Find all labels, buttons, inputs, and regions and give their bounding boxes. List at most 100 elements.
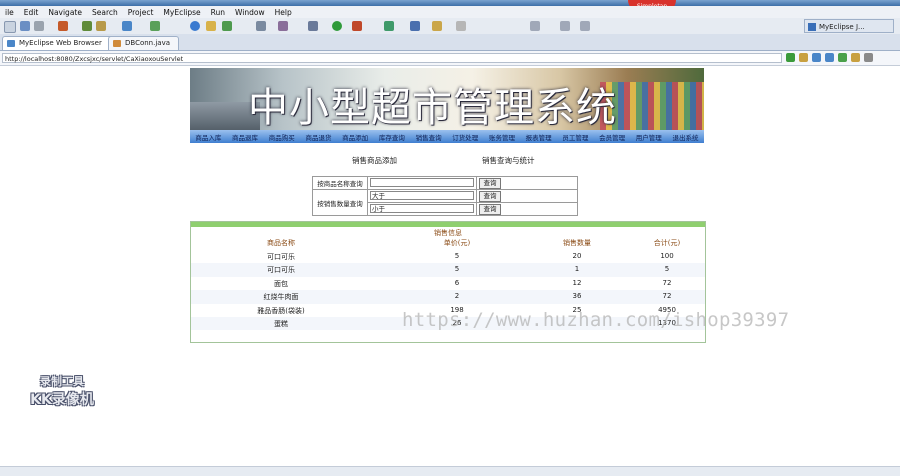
name-query-button[interactable]: 查询 (479, 178, 501, 189)
table-cell: 5 (664, 265, 670, 274)
qty-less-input[interactable]: 小于 (370, 204, 474, 213)
nav-item[interactable]: 会员管理 (599, 132, 625, 142)
browser-icon[interactable] (122, 21, 132, 31)
perspective-label: MyEclipse J... (819, 23, 865, 31)
perspective-switcher[interactable]: MyEclipse J... (804, 19, 894, 33)
recorder-watermark: 录制工具 KK录像机 (18, 373, 106, 409)
tab-web-browser[interactable]: MyEclipse Web Browser × (2, 36, 123, 50)
column-header: 商品名称 (267, 239, 295, 247)
nav-item[interactable]: 商品入库 (195, 132, 221, 142)
browser-tab-icon (7, 40, 15, 47)
banner: 中小型超市管理系统 (190, 68, 704, 130)
tab-dbconn-label: DBConn.java (125, 39, 171, 47)
nav-item[interactable]: 员工管理 (562, 132, 588, 142)
qty-less-button[interactable]: 查询 (479, 204, 501, 215)
tab-dbconn[interactable]: DBConn.java (108, 36, 180, 50)
main-nav: 商品入库 商品退库 商品购买 商品退货 商品添加 库存查询 销售查询 订货处理 … (190, 130, 704, 143)
watermark-url: https://www.huzhan.com/ishop39397 (402, 309, 790, 331)
table-row: 面包 6 12 72 (191, 276, 705, 291)
nav-item[interactable]: 用户管理 (636, 132, 662, 142)
nav-item[interactable]: 商品退库 (232, 132, 258, 142)
stop-icon[interactable] (799, 53, 808, 62)
menu-edit[interactable]: Edit (24, 8, 39, 17)
tools-icon[interactable] (278, 21, 288, 31)
tab-web-browser-label: MyEclipse Web Browser (19, 39, 102, 47)
nav-item[interactable]: 账务管理 (489, 132, 515, 142)
window-icon[interactable] (256, 21, 266, 31)
table-cell: 2 (454, 292, 460, 301)
launch-icon[interactable] (222, 21, 232, 31)
menu-file[interactable]: ile (5, 8, 14, 17)
menu-project[interactable]: Project (128, 8, 154, 17)
open-icon[interactable] (206, 21, 216, 31)
menu-search[interactable]: Search (92, 8, 118, 17)
web-icon[interactable] (190, 21, 200, 31)
table-cell: 5 (454, 265, 460, 274)
new-icon[interactable] (4, 21, 16, 33)
table-cell: 72 (662, 292, 672, 301)
query-form: 按商品名称查询 查询 按销售数量查询 大于 查询 小于 查询 (312, 176, 578, 216)
go-icon[interactable] (786, 53, 795, 62)
new-class-icon[interactable] (384, 21, 394, 31)
run-icon[interactable] (332, 21, 342, 31)
table-cell: 20 (572, 252, 582, 260)
sales-table-strip (191, 222, 705, 227)
menu-run[interactable]: Run (211, 8, 225, 17)
editor-tabs: MyEclipse Web Browser × DBConn.java (0, 34, 900, 51)
recorder-line1: 录制工具 (40, 375, 84, 388)
menu-help[interactable]: Help (275, 8, 292, 17)
back-nav-icon[interactable] (812, 53, 821, 62)
save-icon[interactable] (20, 21, 30, 31)
menu-navigate[interactable]: Navigate (48, 8, 82, 17)
column-header: 单价(元) (443, 239, 471, 247)
menu-bar: ile Edit Navigate Search Project MyEclip… (0, 6, 900, 18)
address-bar: http://localhost:8080/Zxcsjxc/servlet/Ca… (0, 51, 900, 66)
forward-nav-icon[interactable] (825, 53, 834, 62)
qty-greater-button[interactable]: 查询 (479, 191, 501, 202)
column-header: 合计(元) (653, 239, 681, 247)
url-input[interactable]: http://localhost:8080/Zxcsjxc/servlet/Ca… (2, 53, 782, 63)
table-cell: 红烧牛肉面 (263, 293, 299, 302)
add-sales-link[interactable]: 销售商品添加 (352, 155, 397, 166)
query-qty-label: 按销售数量查询 (312, 189, 368, 216)
refresh-icon[interactable] (150, 21, 160, 31)
name-query-input[interactable] (370, 178, 474, 187)
menu-window[interactable]: Window (235, 8, 265, 17)
next-annotation-icon[interactable] (530, 21, 540, 31)
table-cell: 1 (574, 265, 580, 274)
sales-header-row: 商品名称 单价(元) 销售数量 合计(元) (191, 237, 705, 248)
deploy-icon[interactable] (82, 21, 92, 31)
recorder-line2: KK录像机 (30, 392, 94, 408)
back-icon[interactable] (560, 21, 570, 31)
qty-greater-input[interactable]: 大于 (370, 191, 474, 200)
forward-icon[interactable] (580, 21, 590, 31)
table-cell: 72 (662, 278, 672, 287)
menu-myeclipse[interactable]: MyEclipse (163, 8, 200, 17)
annotation-icon[interactable] (456, 21, 466, 31)
nav-item[interactable]: 商品添加 (342, 132, 368, 142)
nav-item[interactable]: 退出系统 (672, 132, 698, 142)
table-cell: 可口可乐 (267, 253, 295, 261)
nav-item[interactable]: 报表管理 (526, 132, 552, 142)
settings-icon[interactable] (864, 53, 873, 62)
sales-stats-link[interactable]: 销售查询与统计 (482, 155, 535, 166)
table-cell: 100 (660, 252, 674, 260)
package-icon[interactable] (96, 21, 106, 31)
debug-icon[interactable] (308, 21, 318, 31)
nav-item[interactable]: 库存查询 (379, 132, 405, 142)
external-tools-icon[interactable] (352, 21, 362, 31)
open-type-icon[interactable] (432, 21, 442, 31)
search-icon[interactable] (410, 21, 420, 31)
nav-item[interactable]: 商品购买 (269, 132, 295, 142)
server-icon[interactable] (58, 21, 68, 31)
query-name-label: 按商品名称查询 (312, 176, 368, 190)
table-cell: 蛋糕 (274, 320, 288, 328)
table-row: 可口可乐 5 20 100 (191, 250, 705, 264)
nav-item[interactable]: 商品退货 (305, 132, 331, 142)
refresh-page-icon[interactable] (838, 53, 847, 62)
print-icon[interactable] (34, 21, 44, 31)
home-icon[interactable] (851, 53, 860, 62)
table-cell: 可口可乐 (267, 266, 295, 275)
nav-item[interactable]: 销售查询 (416, 132, 442, 142)
nav-item[interactable]: 订货处理 (452, 132, 478, 142)
